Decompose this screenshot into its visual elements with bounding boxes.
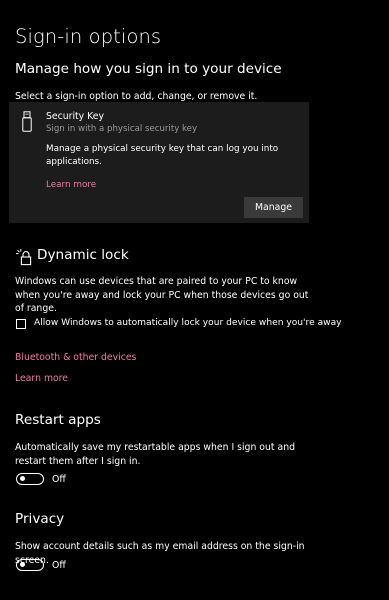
usb-key-icon [22,111,32,132]
manage-section-heading: Manage how you sign in to your device [15,61,282,77]
restart-apps-heading: Restart apps [15,412,101,428]
privacy-toggle-label: Off [52,560,66,571]
toggle-knob [20,562,25,567]
dynamic-lock-description: Windows can use devices that are paired … [15,276,309,314]
privacy-heading: Privacy [15,511,65,527]
bluetooth-devices-link[interactable]: Bluetooth & other devices [15,352,136,363]
privacy-toggle[interactable] [16,559,44,571]
restart-apps-toggle[interactable] [16,473,44,485]
settings-page: Sign-in options Manage how you sign in t… [0,0,389,600]
page-title: Sign-in options [15,25,162,48]
security-key-card[interactable]: Security Key Sign in with a physical sec… [9,102,309,223]
security-key-description: Manage a physical security key that can … [46,144,279,167]
dynamic-lock-heading: Dynamic lock [37,247,129,263]
toggle-knob [20,476,25,481]
restart-apps-description: Automatically save my restartable apps w… [15,442,295,467]
security-key-learn-more-link[interactable]: Learn more [46,180,96,190]
restart-apps-toggle-label: Off [52,474,66,485]
dynamic-lock-checkbox[interactable] [16,319,26,329]
manage-button[interactable]: Manage [244,197,303,218]
dynamic-lock-learn-more-link[interactable]: Learn more [15,373,68,384]
dynamic-lock-checkbox-label[interactable]: Allow Windows to automatically lock your… [34,318,342,328]
security-key-title: Security Key [46,111,104,122]
security-key-subtitle: Sign in with a physical security key [46,124,198,134]
dynamic-lock-icon [16,249,32,266]
